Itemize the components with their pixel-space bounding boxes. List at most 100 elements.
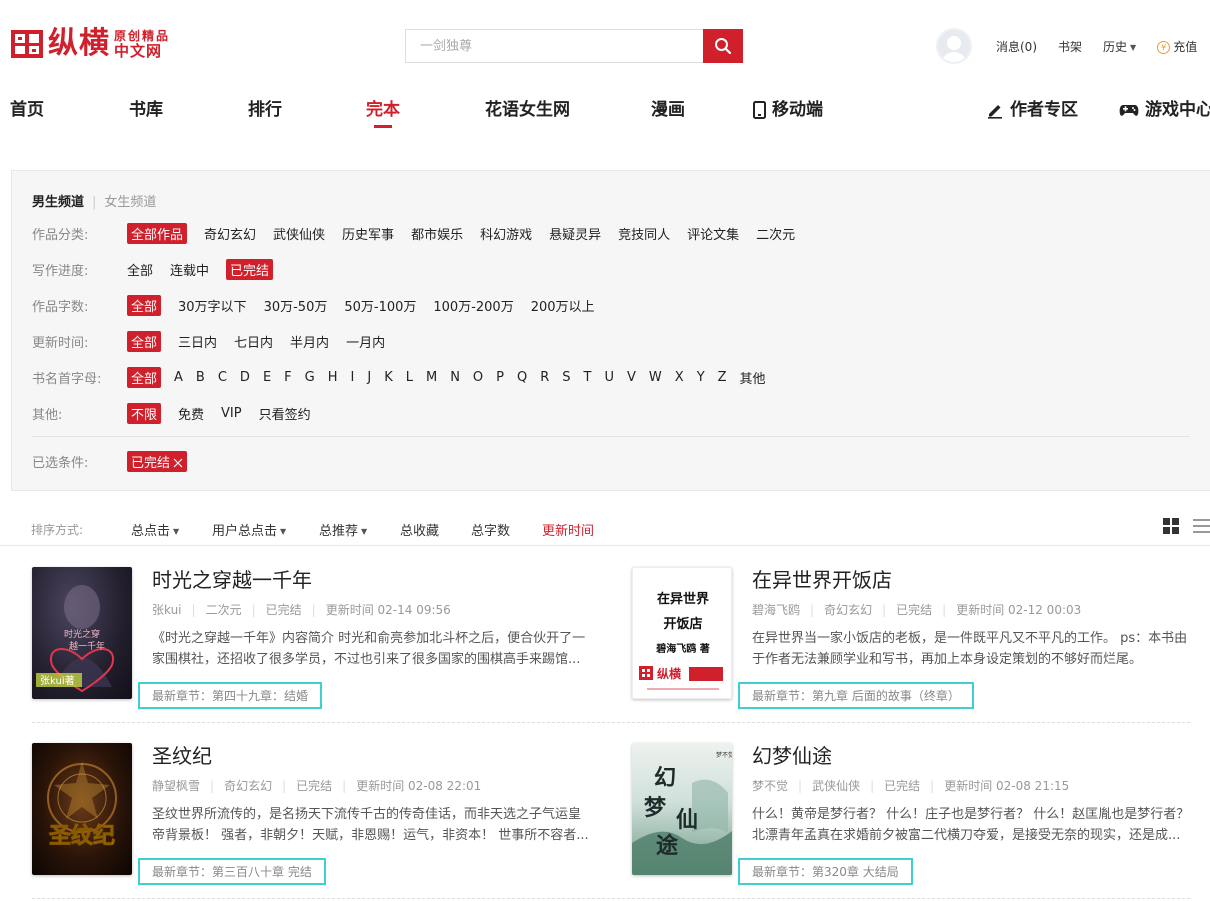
letter-option[interactable]: 其他 <box>740 368 766 387</box>
avatar[interactable] <box>936 28 972 64</box>
book-latest-chapter[interactable]: 最新章节：第320章 大结局 <box>738 858 913 885</box>
filter-option[interactable]: 免费 <box>178 404 204 423</box>
book-genre[interactable]: 奇幻玄幻 <box>824 603 872 617</box>
channel-female[interactable]: 女生频道 <box>104 195 156 210</box>
filter-option[interactable]: 三日内 <box>178 332 217 351</box>
letter-option[interactable]: L <box>406 370 413 385</box>
sort-update-time[interactable]: 更新时间 <box>542 520 594 539</box>
filter-option[interactable]: 全部 <box>127 260 153 279</box>
filter-option[interactable]: VIP <box>221 406 242 421</box>
bookshelf-link[interactable]: 书架 <box>1058 38 1082 55</box>
letter-option[interactable]: H <box>328 370 338 385</box>
letter-option[interactable]: B <box>196 370 205 385</box>
nav-female[interactable]: 花语女生网 <box>485 98 570 122</box>
letter-option[interactable]: X <box>675 370 684 385</box>
filter-option[interactable]: 悬疑灵异 <box>549 224 601 243</box>
letter-option[interactable]: C <box>218 370 227 385</box>
letter-option[interactable]: G <box>305 370 315 385</box>
book-cover[interactable]: 在异世界 开饭店 碧海飞鸥 著 纵横 <box>632 567 732 699</box>
sort-total-favorites[interactable]: 总收藏 <box>400 520 439 539</box>
filter-option[interactable]: 全部 <box>127 330 162 352</box>
messages-link[interactable]: 消息(0) <box>996 38 1037 55</box>
filter-option[interactable]: 竞技同人 <box>618 224 670 243</box>
filter-option[interactable]: 200万以上 <box>531 296 595 315</box>
filter-option[interactable]: 已完结 <box>226 258 274 280</box>
filter-option[interactable]: 奇幻玄幻 <box>204 224 256 243</box>
book-author[interactable]: 张kui <box>152 603 182 617</box>
book-author[interactable]: 静望枫雪 <box>152 779 200 793</box>
letter-option[interactable]: S <box>562 370 570 385</box>
nav-games[interactable]: 游戏中心 <box>1119 98 1210 122</box>
filter-option[interactable]: 连载中 <box>170 260 209 279</box>
filter-option[interactable]: 一月内 <box>346 332 385 351</box>
letter-option[interactable]: P <box>496 370 504 385</box>
filter-option[interactable]: 全部 <box>127 366 162 388</box>
nav-rank[interactable]: 排行 <box>248 98 282 122</box>
filter-option[interactable]: 二次元 <box>756 224 795 243</box>
filter-option[interactable]: 全部作品 <box>127 222 188 244</box>
filter-option[interactable]: 半月内 <box>290 332 329 351</box>
filter-option[interactable]: 30万字以下 <box>178 296 247 315</box>
book-cover[interactable]: 时光之穿 越一千年 张kui著 <box>32 567 132 699</box>
book-genre[interactable]: 武侠仙侠 <box>812 779 860 793</box>
letter-option[interactable]: V <box>627 370 636 385</box>
filter-option[interactable]: 不限 <box>127 402 162 424</box>
book-author[interactable]: 梦不觉 <box>752 779 788 793</box>
letter-option[interactable]: D <box>240 370 250 385</box>
letter-option[interactable]: M <box>426 370 437 385</box>
letter-option[interactable]: O <box>473 370 483 385</box>
filter-option[interactable]: 30万-50万 <box>264 296 328 315</box>
book-genre[interactable]: 二次元 <box>206 603 242 617</box>
history-link[interactable]: 历史 ▼ <box>1103 38 1136 55</box>
letter-option[interactable]: Q <box>517 370 527 385</box>
filter-option[interactable]: 历史军事 <box>342 224 394 243</box>
site-logo[interactable]: 纵横 原创精品 中文网 <box>10 26 170 62</box>
book-latest-chapter[interactable]: 最新章节：第四十九章：结婚 <box>138 682 323 709</box>
book-latest-chapter[interactable]: 最新章节：第九章 后面的故事（终章） <box>738 682 974 709</box>
book-title[interactable]: 在异世界开饭店 <box>752 567 1192 593</box>
book-latest-chapter[interactable]: 最新章节：第三百八十章 完结 <box>138 858 326 885</box>
sort-user-clicks[interactable]: 用户总点击 ▼ <box>212 520 286 539</box>
letter-option[interactable]: Z <box>718 370 727 385</box>
grid-view-icon[interactable] <box>1163 518 1179 534</box>
book-cover[interactable]: 幻 梦 仙 途 梦不觉 <box>632 743 732 875</box>
filter-option[interactable]: 100万-200万 <box>433 296 513 315</box>
filter-option[interactable]: 武侠仙侠 <box>273 224 325 243</box>
book-title[interactable]: 圣纹纪 <box>152 743 592 769</box>
filter-option[interactable]: 50万-100万 <box>344 296 416 315</box>
filter-option[interactable]: 七日内 <box>234 332 273 351</box>
book-genre[interactable]: 奇幻玄幻 <box>224 779 272 793</box>
book-title[interactable]: 时光之穿越一千年 <box>152 567 592 593</box>
letter-option[interactable]: A <box>174 370 183 385</box>
filter-option[interactable]: 全部 <box>127 294 162 316</box>
letter-option[interactable]: T <box>584 370 592 385</box>
letter-option[interactable]: Y <box>697 370 705 385</box>
nav-author[interactable]: 作者专区 <box>986 98 1078 122</box>
filter-option[interactable]: 评论文集 <box>687 224 739 243</box>
sort-total-recommend[interactable]: 总推荐 ▼ <box>319 520 367 539</box>
book-title[interactable]: 幻梦仙途 <box>752 743 1192 769</box>
sort-total-words[interactable]: 总字数 <box>471 520 510 539</box>
nav-home[interactable]: 首页 <box>10 98 44 122</box>
book-author[interactable]: 碧海飞鸥 <box>752 603 800 617</box>
search-input[interactable] <box>405 29 703 63</box>
nav-library[interactable]: 书库 <box>129 98 163 122</box>
recharge-link[interactable]: ¥ 充值 <box>1157 38 1197 55</box>
letter-option[interactable]: F <box>284 370 291 385</box>
nav-comics[interactable]: 漫画 <box>651 98 685 122</box>
letter-option[interactable]: R <box>540 370 549 385</box>
letter-option[interactable]: K <box>384 370 393 385</box>
search-button[interactable] <box>703 29 743 63</box>
letter-option[interactable]: N <box>450 370 460 385</box>
letter-option[interactable]: I <box>351 370 355 385</box>
nav-mobile[interactable]: 移动端 <box>753 98 823 122</box>
filter-option[interactable]: 只看签约 <box>259 404 311 423</box>
letter-option[interactable]: J <box>367 370 371 385</box>
selected-chip[interactable]: 已完结 <box>127 450 188 472</box>
nav-finished[interactable]: 完本 <box>366 98 400 128</box>
letter-option[interactable]: W <box>649 370 662 385</box>
book-cover[interactable]: 圣纹纪 <box>32 743 132 875</box>
list-view-icon[interactable] <box>1193 519 1210 537</box>
sort-total-clicks[interactable]: 总点击 ▼ <box>131 520 179 539</box>
filter-option[interactable]: 科幻游戏 <box>480 224 532 243</box>
